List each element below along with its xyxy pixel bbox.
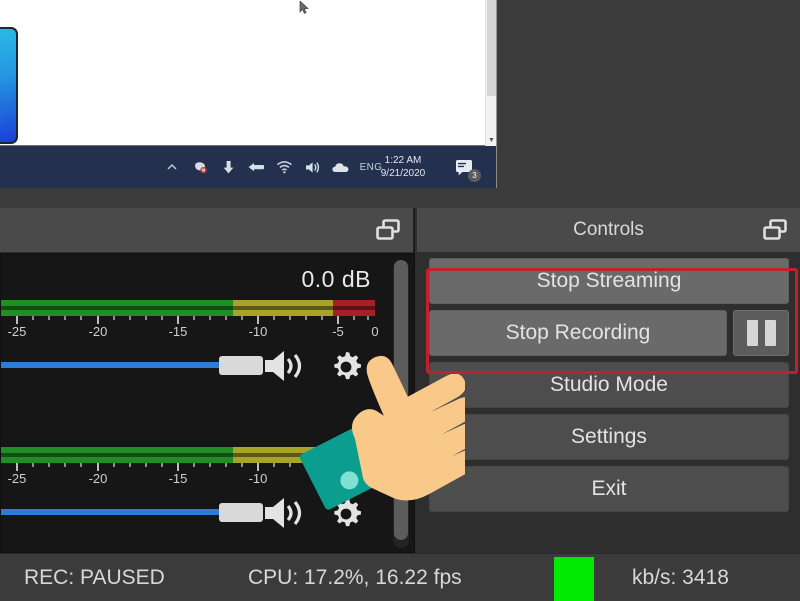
audio-mixer-title: r — [0, 219, 405, 241]
gear-icon[interactable] — [327, 495, 365, 533]
status-bar: REC: PAUSED CPU: 17.2%, 16.22 fps kb/s: … — [0, 553, 800, 601]
settings-label: Settings — [571, 425, 647, 448]
audio-level-meter — [1, 300, 375, 316]
pause-recording-button[interactable] — [733, 310, 789, 356]
meter-scale-labels: -25 -20 -15 -10 -5 0 — [1, 471, 379, 487]
notification-count-badge: 3 — [468, 169, 481, 182]
mixer-scrollbar[interactable] — [393, 260, 409, 548]
popout-window-icon[interactable] — [375, 219, 401, 241]
audio-mixer-dock: r 0.0 dB — [0, 208, 415, 553]
stop-recording-button[interactable]: Stop Recording — [429, 310, 727, 356]
scale-label: 0 — [371, 324, 379, 339]
bitrate-label: kb/s: 3418 — [632, 565, 729, 589]
speaker-volume-icon[interactable] — [263, 495, 313, 531]
obs-main-area: r 0.0 dB — [0, 208, 800, 601]
clock-time: 1:22 AM — [384, 155, 422, 166]
track-db-value: 0.0 dB — [301, 266, 371, 292]
popout-window-icon[interactable] — [762, 219, 788, 241]
cpu-status: CPU: 17.2%, 16.22 fps — [248, 554, 462, 601]
stop-streaming-button[interactable]: Stop Streaming — [429, 258, 789, 304]
speaker-volume-icon[interactable] — [263, 348, 313, 384]
tray-antivirus-shield-icon[interactable] — [186, 146, 214, 188]
fader-rail[interactable] — [1, 509, 237, 515]
meter-tick-marks — [1, 463, 375, 471]
meter-scale-labels: -25 -20 -15 -10 -5 0 — [1, 324, 379, 340]
exit-label: Exit — [591, 477, 627, 500]
mouse-pointer-icon — [299, 1, 309, 14]
fader-rail[interactable] — [1, 362, 237, 368]
background-application-window: ▼ — [0, 0, 497, 146]
volume-fader[interactable] — [1, 352, 263, 378]
controls-button-list: Stop Streaming Stop Recording Studio Mod… — [429, 258, 789, 518]
notification-center-button[interactable]: 3 — [444, 146, 486, 188]
desktop-background: ▼ ENG 1:22 AM 9/21/2020 3 — [0, 0, 800, 208]
scale-label: -10 — [248, 471, 268, 486]
exit-button[interactable]: Exit — [429, 466, 789, 512]
volume-fader[interactable] — [1, 499, 263, 525]
background-window-scrollbar[interactable]: ▼ — [485, 0, 496, 146]
scale-label: -25 — [7, 324, 27, 339]
windows-taskbar: ENG 1:22 AM 9/21/2020 3 — [0, 146, 497, 188]
stop-recording-label: Stop Recording — [505, 321, 651, 344]
gear-icon[interactable] — [327, 348, 365, 386]
connection-status-indicator — [554, 557, 594, 601]
recording-row: Stop Recording — [429, 310, 789, 356]
audio-mixer-body: 0.0 dB -25 -20 -15 -10 -5 0 -25 -20 -15 … — [0, 253, 415, 553]
stop-streaming-label: Stop Streaming — [536, 269, 682, 292]
fader-handle[interactable] — [219, 356, 263, 375]
meter-center-line — [1, 453, 375, 457]
scale-label: -15 — [168, 324, 188, 339]
scale-label: -5 — [332, 324, 344, 339]
tray-usb-eject-icon[interactable] — [242, 146, 270, 188]
meter-center-line — [1, 306, 375, 310]
pause-icon-bar — [764, 320, 776, 346]
studio-mode-button[interactable]: Studio Mode — [429, 362, 789, 408]
mixer-scrollbar-thumb[interactable] — [394, 260, 408, 540]
tray-wifi-icon[interactable] — [270, 146, 298, 188]
recording-status: REC: PAUSED — [24, 554, 165, 601]
tray-volume-icon[interactable] — [298, 146, 326, 188]
taskbar-clock[interactable]: 1:22 AM 9/21/2020 — [372, 146, 434, 188]
scale-label: -10 — [248, 324, 268, 339]
tray-onedrive-cloud-icon[interactable] — [326, 146, 354, 188]
scale-label: -20 — [88, 324, 108, 339]
scale-label: 0 — [371, 471, 379, 486]
bitrate-status: kb/s: 3418 — [632, 554, 729, 601]
settings-button[interactable]: Settings — [429, 414, 789, 460]
pause-icon-bar — [746, 320, 758, 346]
scale-label: -20 — [88, 471, 108, 486]
scrollbar-thumb[interactable] — [487, 0, 496, 96]
fader-handle[interactable] — [219, 503, 263, 522]
cpu-status-label: CPU: 17.2%, 16.22 fps — [248, 565, 462, 589]
controls-titlebar: Controls — [417, 208, 800, 252]
blue-gradient-window — [0, 27, 18, 144]
meter-tick-marks — [1, 316, 375, 324]
tray-chevron-up-icon[interactable] — [158, 146, 186, 188]
scroll-down-arrow-icon[interactable]: ▼ — [486, 137, 497, 144]
audio-mixer-titlebar: r — [0, 208, 413, 252]
studio-mode-label: Studio Mode — [550, 373, 668, 396]
screenshot-root: ▼ ENG 1:22 AM 9/21/2020 3 0.0 dB -25 -20… — [0, 0, 800, 601]
clock-date: 9/21/2020 — [380, 168, 426, 179]
controls-dock: Controls Stop Streaming Stop Recording S… — [417, 208, 800, 553]
scale-label: -15 — [168, 471, 188, 486]
recording-status-label: REC: PAUSED — [24, 565, 165, 589]
system-tray: ENG — [158, 146, 388, 188]
scale-label: -5 — [332, 471, 344, 486]
tray-download-arrow-icon[interactable] — [214, 146, 242, 188]
controls-title: Controls — [573, 219, 644, 240]
scale-label: -25 — [7, 471, 27, 486]
audio-level-meter — [1, 447, 375, 463]
